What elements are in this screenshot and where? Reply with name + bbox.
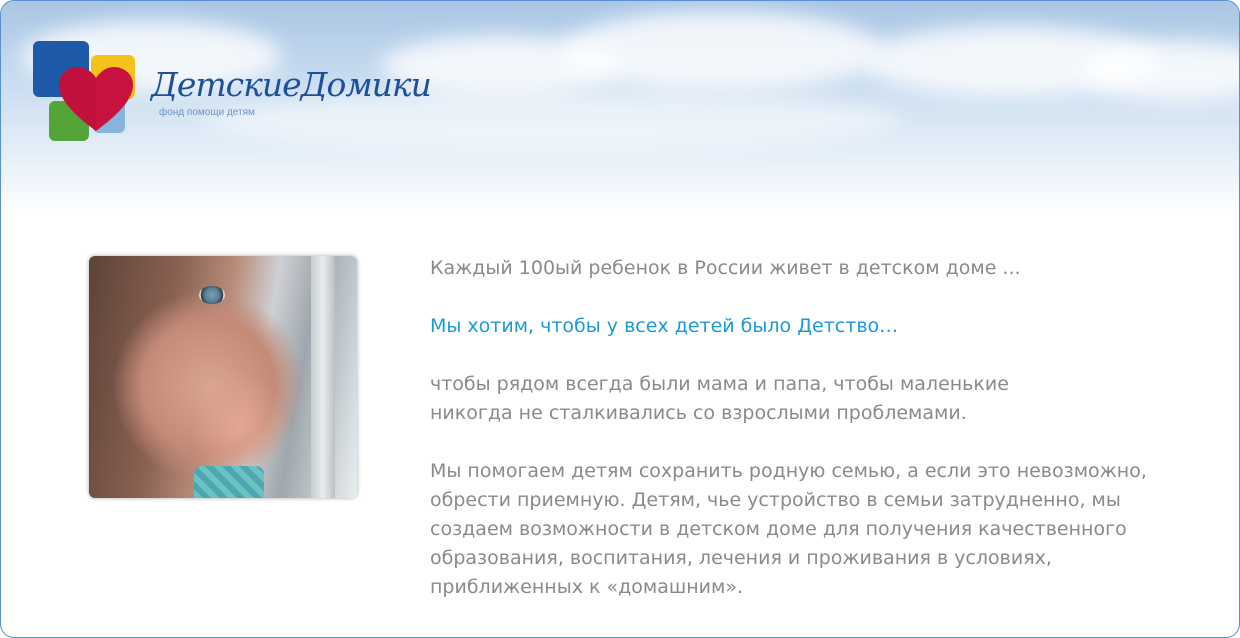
mission-text: Каждый 100ый ребенок в России живет в де… xyxy=(430,254,1210,602)
eye xyxy=(199,286,225,304)
paragraph-4: Мы помогаем детям сохранить родную семью… xyxy=(430,457,1210,602)
shirt xyxy=(194,466,264,498)
child-photo xyxy=(89,256,357,498)
text-line: приближенных к «домашним». xyxy=(430,576,744,598)
text-line: чтобы рядом всегда были мама и папа, что… xyxy=(430,373,1009,395)
text-line: образования, воспитания, лечения и прожи… xyxy=(430,547,1052,569)
text-line: создаем возможности в детском доме для п… xyxy=(430,518,1127,540)
text-line: Мы помогаем детям сохранить родную семью… xyxy=(430,460,1147,482)
paragraph-2: Мы хотим, чтобы у всех детей было Детств… xyxy=(430,312,1210,341)
logo[interactable] xyxy=(31,39,141,149)
paragraph-1: Каждый 100ый ребенок в России живет в де… xyxy=(430,254,1210,283)
text-line: Каждый 100ый ребенок в России живет в де… xyxy=(430,257,1021,279)
tagline: фонд помощи детям xyxy=(159,107,255,118)
page-frame: ДетскиеДомики фонд помощи детям Каждый 1… xyxy=(0,0,1240,638)
heart-icon xyxy=(59,67,133,131)
brand-name[interactable]: ДетскиеДомики xyxy=(151,65,432,104)
window-frame xyxy=(311,256,335,498)
text-line: обрести приемную. Детям, чье устройство … xyxy=(430,489,1121,511)
text-line: никогда не сталкивались со взрослыми про… xyxy=(430,402,967,424)
paragraph-3: чтобы рядом всегда были мама и папа, что… xyxy=(430,370,1210,428)
text-line: Мы хотим, чтобы у всех детей было Детств… xyxy=(430,315,899,337)
